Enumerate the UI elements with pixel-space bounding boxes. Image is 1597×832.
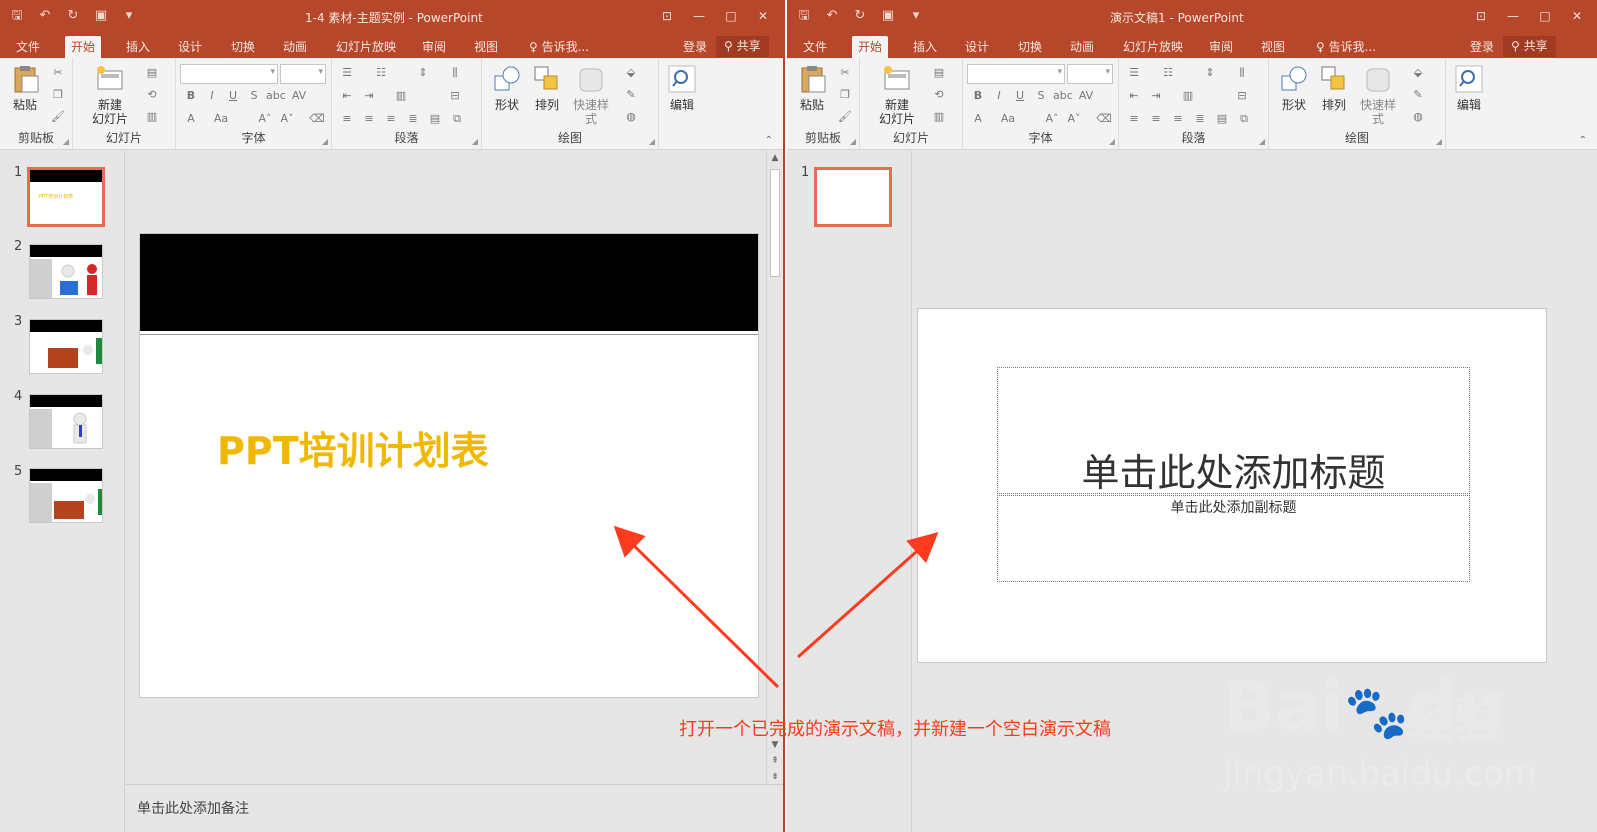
annotation-caption: 打开一个已完成的演示文稿，并新建一个空白演示文稿 <box>679 719 1111 740</box>
arrow-to-right-slide <box>797 532 939 659</box>
paw-icon: 🐾 <box>1344 683 1409 743</box>
arrow-to-left-slide <box>613 525 780 689</box>
watermark-url: jingyan.baidu.com <box>1223 754 1537 794</box>
watermark-product: 经验 <box>1405 692 1502 748</box>
